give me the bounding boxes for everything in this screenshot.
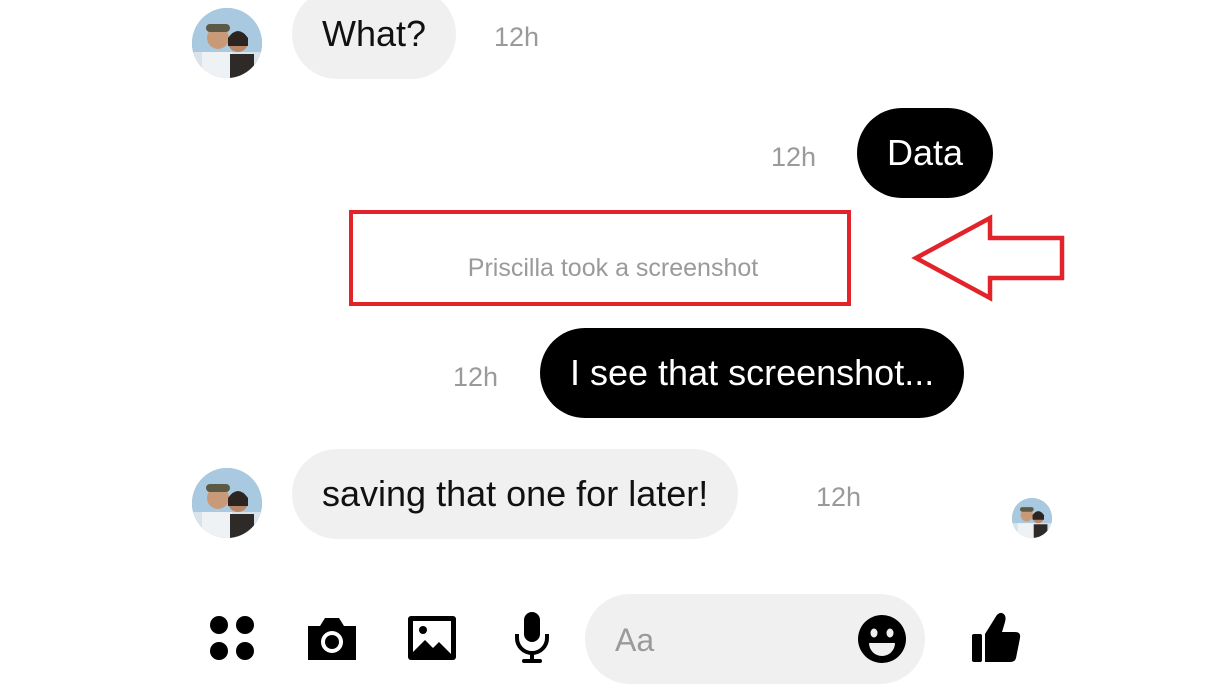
image-gallery-icon[interactable] [406,614,458,662]
message-bubble[interactable]: I see that screenshot... [540,328,965,418]
contact-avatar[interactable] [192,8,262,78]
message-composer[interactable] [585,594,925,684]
camera-icon[interactable] [304,614,360,662]
message-timestamp: 12h [453,362,499,392]
chat-screen: What? 12h 12h Data Priscilla took a scre… [0,0,1220,686]
message-input[interactable] [613,614,837,666]
message-bubble[interactable]: What? [292,0,457,79]
emoji-icon[interactable] [857,614,907,664]
avatar-photo-icon [192,8,262,78]
message-timestamp: 12h [816,482,862,512]
avatar-photo-icon [192,468,262,538]
thumbs-up-icon[interactable] [970,610,1024,664]
message-timestamp: 12h [494,22,540,52]
message-bubble[interactable]: Data [857,108,994,198]
apps-grid-icon[interactable] [208,614,256,662]
microphone-icon[interactable] [512,610,552,666]
message-bubble[interactable]: saving that one for later! [292,449,739,539]
highlight-box [349,210,851,306]
read-receipt-avatar [1012,498,1052,538]
pointer-arrow-icon [911,214,1065,302]
contact-avatar[interactable] [192,468,262,538]
avatar-photo-icon [1012,498,1052,538]
message-timestamp: 12h [771,142,817,172]
